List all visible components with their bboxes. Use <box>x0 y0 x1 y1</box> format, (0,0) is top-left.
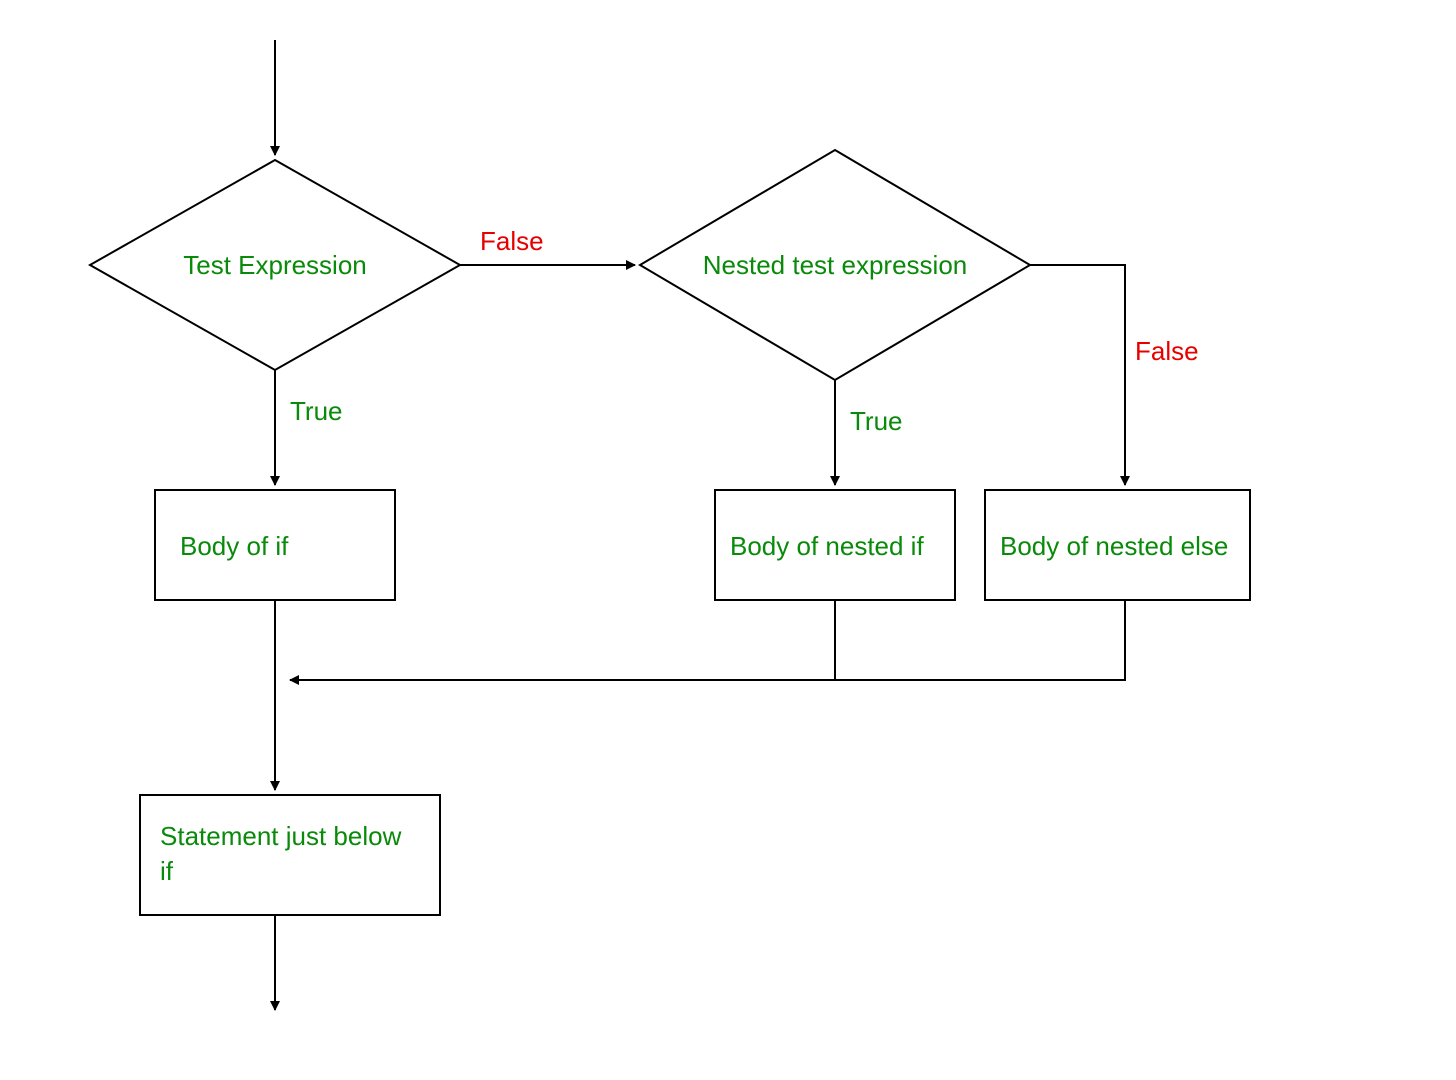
label-test-expression: Test Expression <box>183 250 367 280</box>
edge-nte-false <box>1030 265 1125 485</box>
label-edge-nte-false: False <box>1135 336 1199 366</box>
edge-merge-right-to-left <box>290 600 1125 680</box>
flowchart-canvas: Test Expression False Nested test expres… <box>0 0 1456 1080</box>
label-nested-test-expression: Nested test expression <box>703 250 967 280</box>
node-statement-below-if <box>140 795 440 915</box>
label-edge-te-true: True <box>290 396 343 426</box>
label-body-of-nested-if: Body of nested if <box>730 531 924 561</box>
label-body-of-if: Body of if <box>180 531 289 561</box>
label-statement-below-if-line2: if <box>160 856 174 886</box>
label-edge-te-false: False <box>480 226 544 256</box>
label-statement-below-if-line1: Statement just below <box>160 821 402 851</box>
label-body-of-nested-else: Body of nested else <box>1000 531 1228 561</box>
label-edge-nte-true: True <box>850 406 903 436</box>
